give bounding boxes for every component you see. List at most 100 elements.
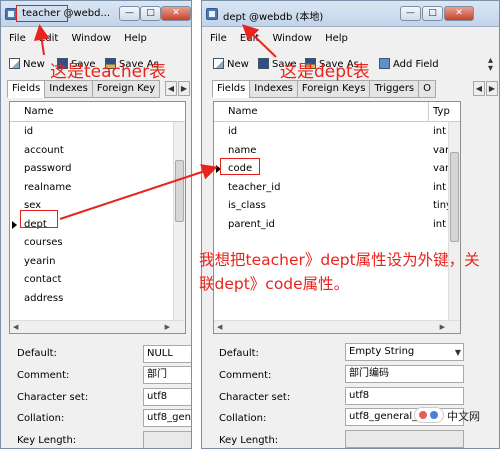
watermark-text: 中文网 xyxy=(447,410,480,423)
tab-scroll-right-icon[interactable]: ▶ xyxy=(486,81,498,96)
key-length-label: Key Length: xyxy=(219,435,279,446)
tab-fields[interactable]: Fields xyxy=(212,80,251,98)
collation-field[interactable]: utf8_gene xyxy=(143,409,191,427)
column-separator[interactable] xyxy=(428,102,429,122)
charset-field[interactable]: utf8 xyxy=(143,388,191,406)
tab-indexes[interactable]: Indexes xyxy=(44,80,93,98)
field-name: account xyxy=(24,144,64,156)
new-icon xyxy=(213,58,224,69)
menu-help[interactable]: Help xyxy=(325,33,348,44)
table-row[interactable]: name var xyxy=(214,142,450,160)
maximize-button[interactable]: □ xyxy=(422,6,443,21)
scroll-thumb[interactable] xyxy=(175,160,184,222)
menu-edit[interactable]: Edit xyxy=(240,33,259,44)
comment-label: Comment: xyxy=(219,370,272,381)
menu-file[interactable]: File xyxy=(210,33,227,44)
charset-label: Character set: xyxy=(219,392,291,403)
field-name: courses xyxy=(24,237,63,248)
save-icon xyxy=(258,58,269,69)
column-header-type[interactable]: Typ xyxy=(433,106,450,117)
table-row[interactable]: teacher_id int xyxy=(214,179,448,197)
table-row[interactable]: password xyxy=(10,160,170,178)
tab-scroll-left-icon[interactable]: ◀ xyxy=(473,81,485,96)
menu-window[interactable]: Window xyxy=(71,33,110,44)
tab-foreign-keys[interactable]: Foreign Key xyxy=(91,80,161,98)
menu-bar: File Edit Window Help xyxy=(202,33,499,51)
table-row[interactable]: yearin xyxy=(10,253,170,271)
add-field-button[interactable]: Add Field xyxy=(379,58,439,70)
scroll-thumb[interactable] xyxy=(450,152,459,242)
table-row[interactable]: id int xyxy=(214,123,448,141)
teacher-table-annotation: 这是teacher表 xyxy=(50,62,167,82)
maximize-button[interactable]: □ xyxy=(140,6,161,21)
horizontal-scrollbar[interactable]: ◀ ▶ xyxy=(10,320,185,333)
new-button[interactable]: New xyxy=(9,58,45,70)
new-button[interactable]: New xyxy=(213,58,249,70)
tab-triggers[interactable]: Triggers xyxy=(369,80,420,98)
table-row[interactable]: id xyxy=(10,123,170,141)
table-row[interactable]: contact xyxy=(10,271,170,289)
teacher-title-highlight xyxy=(16,5,68,22)
grid-header: Name xyxy=(10,102,185,122)
title-bar[interactable]: dept @webdb (本地) — □ ✕ xyxy=(202,1,499,27)
scroll-left-icon[interactable]: ◀ xyxy=(217,323,222,331)
column-header-name[interactable]: Name xyxy=(24,106,54,117)
tab-scroll-right-icon[interactable]: ▶ xyxy=(178,81,190,96)
field-name: realname xyxy=(24,181,72,193)
tab-indexes[interactable]: Indexes xyxy=(249,80,298,98)
menu-window[interactable]: Window xyxy=(272,33,311,44)
table-row[interactable]: courses xyxy=(10,234,170,252)
dropdown-arrow-icon[interactable]: ▼ xyxy=(455,345,461,360)
table-row[interactable]: is_class tiny xyxy=(214,197,452,215)
field-name: password xyxy=(24,163,72,174)
scroll-right-icon[interactable]: ▶ xyxy=(440,323,445,331)
key-length-field[interactable] xyxy=(345,430,464,448)
column-header-name[interactable]: Name xyxy=(228,106,258,117)
grid-header: Name Typ xyxy=(214,102,460,122)
minimize-button[interactable]: — xyxy=(119,6,140,21)
collation-label: Collation: xyxy=(219,413,267,424)
foreign-key-note: 我想把teacher》dept属性设为外键，关联dept》code属性。 xyxy=(199,251,480,293)
tab-fields[interactable]: Fields xyxy=(7,80,46,98)
menu-help[interactable]: Help xyxy=(124,33,147,44)
field-type: int xyxy=(433,181,447,193)
menu-file[interactable]: File xyxy=(9,33,26,44)
close-button[interactable]: ✕ xyxy=(444,6,474,21)
horizontal-scrollbar[interactable]: ◀ ▶ xyxy=(214,320,460,333)
code-field-highlight xyxy=(220,158,260,175)
menu-edit[interactable]: Edit xyxy=(39,33,58,44)
default-label: Default: xyxy=(219,348,259,359)
table-row[interactable]: parent_id int xyxy=(214,216,448,234)
default-field[interactable]: NULL xyxy=(143,345,191,363)
tab-options[interactable]: O xyxy=(418,80,437,98)
current-row-marker-icon xyxy=(12,220,17,229)
dept-field-highlight xyxy=(20,210,58,228)
watermark: 中文网 xyxy=(414,405,498,425)
scroll-left-icon[interactable]: ◀ xyxy=(13,323,18,331)
minimize-button[interactable]: — xyxy=(400,6,421,21)
key-length-field[interactable] xyxy=(143,431,191,448)
table-row[interactable]: account xyxy=(10,142,170,160)
field-type: var xyxy=(433,163,450,174)
close-button[interactable]: ✕ xyxy=(161,6,191,21)
php-logo-icon xyxy=(414,407,444,423)
field-name: id xyxy=(228,126,238,137)
charset-label: Character set: xyxy=(17,392,89,403)
toolbar-overflow-icon[interactable]: ▴ ▾ xyxy=(488,56,493,74)
comment-field[interactable]: 部门 xyxy=(143,366,191,384)
fields-grid: Name Typ id int name var code var teacher_id in… xyxy=(213,101,461,334)
field-name: yearin xyxy=(24,255,56,267)
tab-foreign-keys[interactable]: Foreign Keys xyxy=(296,80,371,98)
table-row[interactable]: address xyxy=(10,290,170,308)
scroll-right-icon[interactable]: ▶ xyxy=(165,323,170,331)
vertical-scrollbar[interactable] xyxy=(173,122,185,320)
window-title: dept @webdb (本地) xyxy=(223,12,324,23)
table-row[interactable]: realname xyxy=(10,179,170,197)
field-name: name xyxy=(228,144,257,156)
tab-scroll-left-icon[interactable]: ◀ xyxy=(165,81,177,96)
default-field[interactable]: Empty String ▼ xyxy=(345,343,464,361)
field-type: var xyxy=(433,144,450,156)
default-value: Empty String xyxy=(349,346,415,357)
charset-field[interactable]: utf8 xyxy=(345,387,464,405)
comment-field[interactable]: 部门编码 xyxy=(345,365,464,383)
